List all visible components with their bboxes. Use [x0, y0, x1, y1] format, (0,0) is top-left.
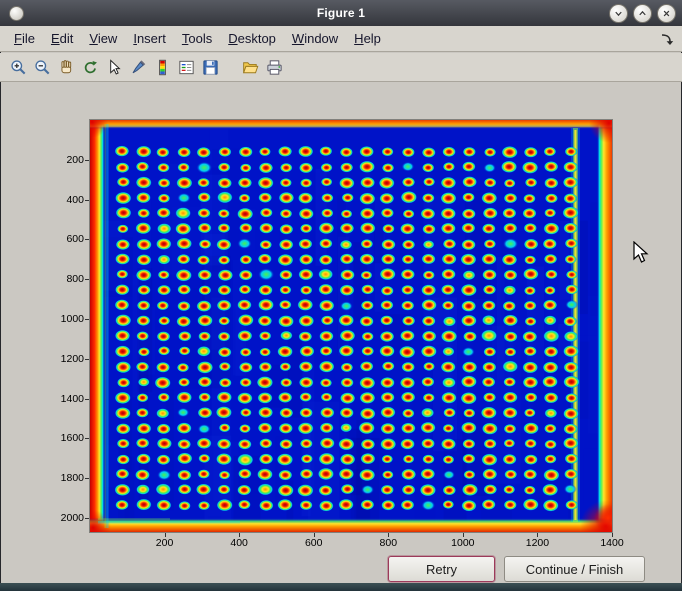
x-tick-mark [612, 533, 613, 537]
y-tick-label: 400 [34, 194, 84, 206]
menu-accelerator: W [292, 31, 304, 46]
zoom-in-icon[interactable] [7, 56, 29, 78]
rotate-3d-icon[interactable] [79, 56, 101, 78]
x-tick-label: 600 [292, 537, 336, 549]
x-tick-mark [239, 533, 240, 537]
x-tick-label: 400 [217, 537, 261, 549]
y-tick-mark [85, 438, 89, 439]
y-tick-mark [85, 239, 89, 240]
save-icon[interactable] [199, 56, 221, 78]
menu-accelerator: F [14, 31, 22, 46]
y-tick-label: 1000 [34, 313, 84, 325]
menu-accelerator: T [182, 31, 189, 46]
y-tick-mark [85, 160, 89, 161]
menubar: FileEditViewInsertToolsDesktopWindowHelp [0, 26, 682, 52]
x-tick-mark [165, 533, 166, 537]
minimize-button[interactable] [609, 4, 628, 23]
y-tick-mark [85, 478, 89, 479]
figure-window: Figure 1 FileEditViewInsertToolsDesktopW… [0, 0, 682, 591]
menu-insert[interactable]: Insert [125, 28, 174, 49]
menu-help[interactable]: Help [346, 28, 389, 49]
y-tick-label: 2000 [34, 512, 84, 524]
insert-legend-icon[interactable] [175, 56, 197, 78]
pan-icon[interactable] [55, 56, 77, 78]
zoom-out-icon[interactable] [31, 56, 53, 78]
x-tick-mark [388, 533, 389, 537]
open-icon[interactable] [239, 56, 261, 78]
menu-view[interactable]: View [81, 28, 125, 49]
x-tick-label: 800 [366, 537, 410, 549]
x-tick-mark [537, 533, 538, 537]
y-tick-label: 1600 [34, 432, 84, 444]
y-tick-label: 1200 [34, 353, 84, 365]
brush-icon[interactable] [127, 56, 149, 78]
continue-finish-button[interactable]: Continue / Finish [504, 556, 645, 582]
menu-accelerator: D [228, 31, 237, 46]
y-tick-label: 600 [34, 233, 84, 245]
toolbar-separator [223, 56, 237, 78]
x-tick-label: 1400 [590, 537, 634, 549]
close-button[interactable] [657, 4, 676, 23]
menu-desktop[interactable]: Desktop [220, 28, 284, 49]
y-tick-mark [85, 279, 89, 280]
y-tick-label: 800 [34, 273, 84, 285]
print-icon[interactable] [263, 56, 285, 78]
menu-file[interactable]: File [6, 28, 43, 49]
y-tick-mark [85, 518, 89, 519]
x-tick-label: 1000 [441, 537, 485, 549]
menu-accelerator: V [89, 31, 97, 46]
y-tick-label: 1800 [34, 472, 84, 484]
window-resize-bar[interactable] [0, 583, 682, 591]
y-tick-label: 1400 [34, 393, 84, 405]
y-tick-mark [85, 200, 89, 201]
y-tick-mark [85, 359, 89, 360]
x-tick-label: 200 [143, 537, 187, 549]
window-title: Figure 1 [0, 6, 682, 20]
toolbar [0, 53, 682, 82]
y-tick-mark [85, 399, 89, 400]
y-tick-mark [85, 319, 89, 320]
menu-window[interactable]: Window [284, 28, 346, 49]
x-tick-label: 1200 [515, 537, 559, 549]
menu-edit[interactable]: Edit [43, 28, 81, 49]
menu-accelerator: E [51, 31, 60, 46]
x-tick-mark [314, 533, 315, 537]
menu-accelerator: H [354, 31, 363, 46]
data-cursor-icon[interactable] [103, 56, 125, 78]
titlebar-buttons [609, 4, 676, 23]
dock-figure-icon[interactable] [659, 31, 675, 47]
x-tick-mark [463, 533, 464, 537]
titlebar[interactable]: Figure 1 [0, 0, 682, 26]
menu-accelerator: I [133, 31, 137, 46]
menu-tools[interactable]: Tools [174, 28, 220, 49]
colorbar-icon[interactable] [151, 56, 173, 78]
heatmap-image[interactable] [90, 120, 612, 532]
y-tick-label: 200 [34, 154, 84, 166]
mouse-cursor-icon [633, 241, 649, 270]
retry-button[interactable]: Retry [388, 556, 495, 582]
maximize-button[interactable] [633, 4, 652, 23]
